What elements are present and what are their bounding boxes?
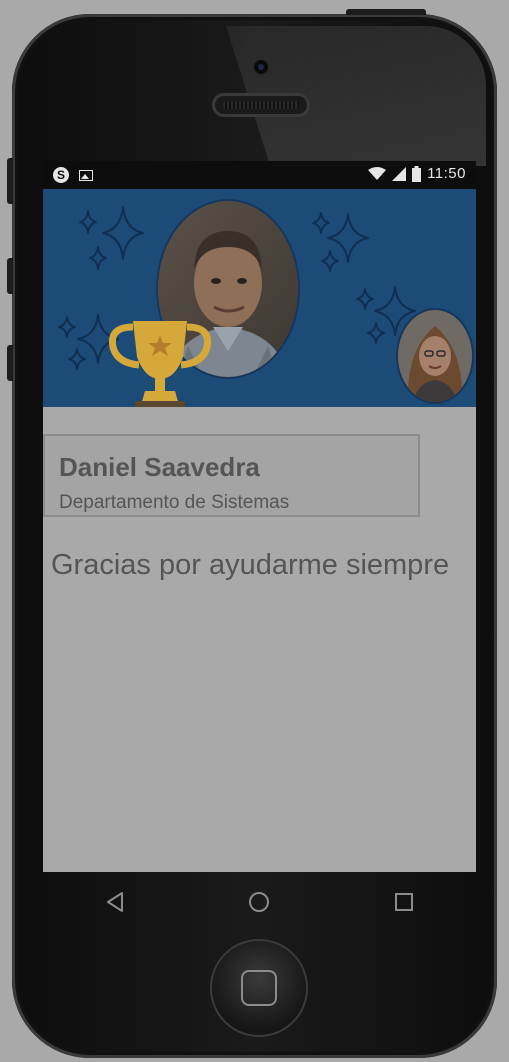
cell-signal-icon bbox=[392, 166, 407, 181]
trophy-icon bbox=[108, 321, 212, 407]
sparkle-icon bbox=[79, 210, 97, 234]
sparkle-icon bbox=[68, 348, 86, 370]
sparkle-icon bbox=[367, 322, 385, 344]
sparkle-icon bbox=[89, 246, 107, 270]
home-button-square bbox=[241, 970, 277, 1006]
back-icon bbox=[107, 892, 124, 912]
power-button bbox=[346, 9, 426, 15]
volume-up-button bbox=[7, 258, 13, 294]
front-camera bbox=[254, 60, 268, 74]
battery-icon bbox=[412, 165, 422, 182]
home-nav-button[interactable] bbox=[239, 882, 279, 922]
recognition-message: Gracias por ayudarme siempre bbox=[51, 549, 450, 581]
physical-home-button[interactable] bbox=[212, 941, 306, 1035]
sparkle-icon bbox=[321, 250, 339, 272]
clock: 11:50 bbox=[427, 165, 466, 182]
app-screen: S 11:50 Daniel Saavedra Departamento de … bbox=[43, 161, 476, 872]
sparkle-icon bbox=[58, 316, 76, 338]
home-icon bbox=[249, 892, 270, 912]
back-button[interactable] bbox=[95, 882, 135, 922]
sparkle-icon bbox=[356, 288, 374, 310]
recipient-info-card: Daniel Saavedra Departamento de Sistemas bbox=[43, 434, 420, 517]
wifi-icon bbox=[368, 166, 387, 180]
recents-icon bbox=[394, 893, 413, 911]
skype-icon: S bbox=[53, 167, 69, 183]
sparkle-icon bbox=[312, 212, 330, 234]
status-bar: S 11:50 bbox=[43, 161, 476, 189]
recognition-banner bbox=[43, 189, 476, 407]
sparkle-icon bbox=[102, 206, 144, 260]
recents-button[interactable] bbox=[384, 882, 424, 922]
sparkle-icon bbox=[327, 213, 369, 263]
image-icon bbox=[79, 169, 93, 181]
volume-down-button bbox=[7, 345, 13, 381]
mute-switch bbox=[7, 158, 13, 204]
sender-avatar bbox=[398, 310, 472, 402]
recipient-department: Departamento de Sistemas bbox=[59, 492, 290, 513]
earpiece-speaker bbox=[215, 96, 307, 114]
recipient-name: Daniel Saavedra bbox=[59, 452, 260, 482]
android-nav-bar bbox=[43, 872, 476, 932]
